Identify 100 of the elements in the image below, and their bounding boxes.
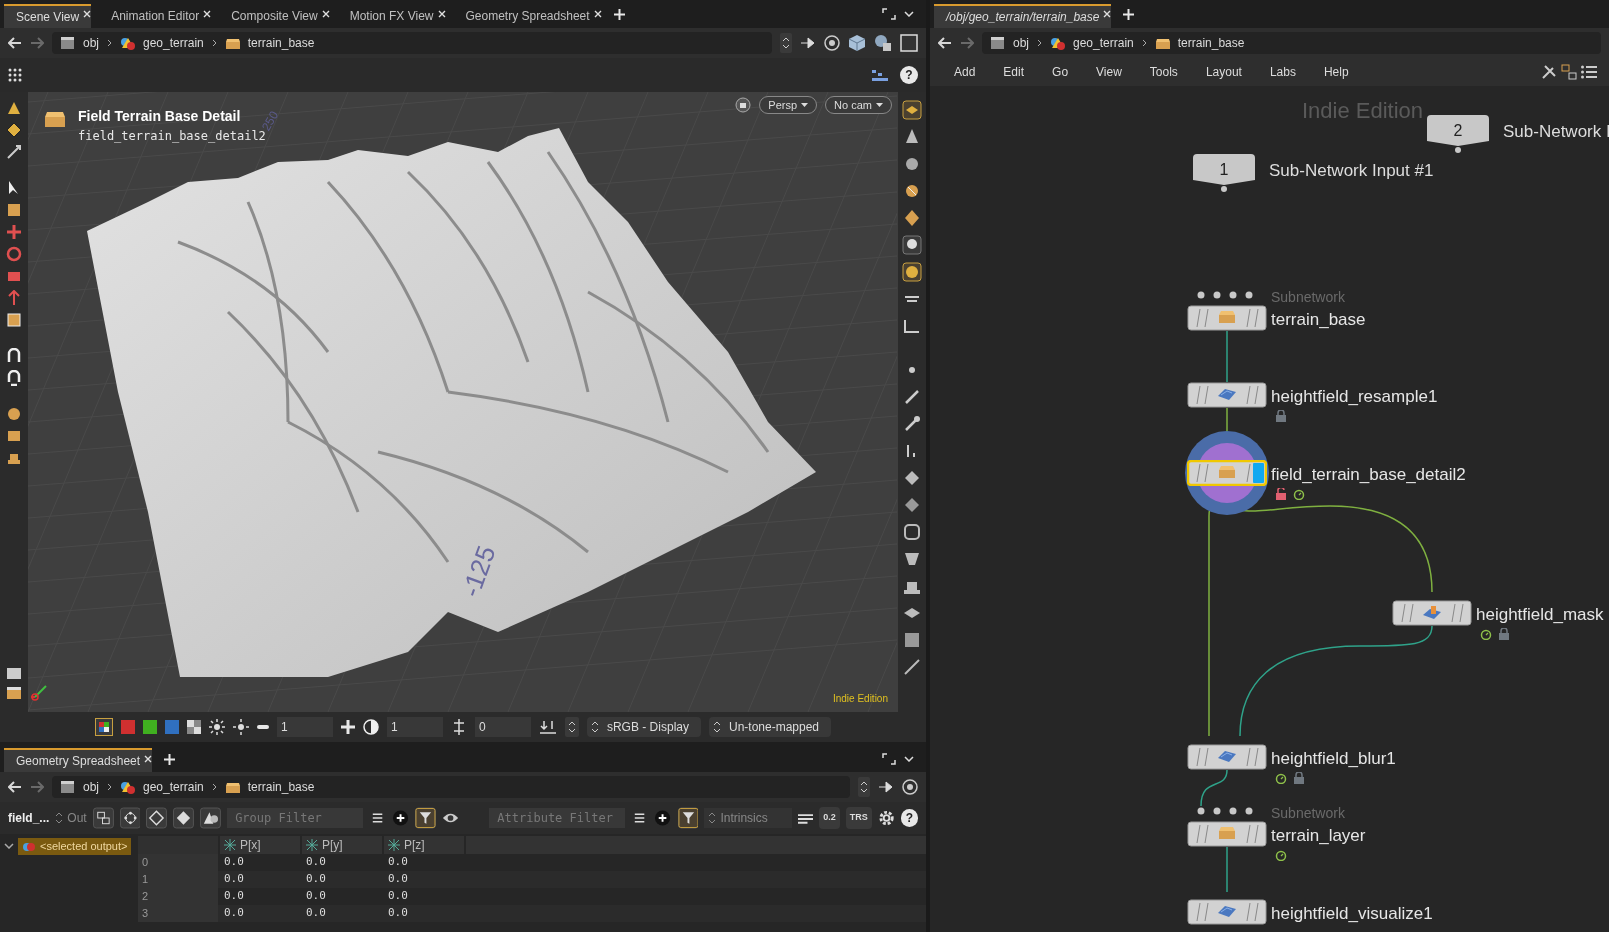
close-icon[interactable] [593, 10, 602, 18]
clapper-tool-icon[interactable] [6, 686, 22, 700]
tab[interactable]: Composite View [219, 4, 330, 28]
minus-icon[interactable] [256, 725, 269, 729]
lut-icon[interactable] [538, 719, 557, 735]
node[interactable] [1187, 821, 1267, 847]
tab[interactable]: Scene View [4, 4, 92, 28]
help-button[interactable]: ? [900, 809, 919, 827]
list-view-icon[interactable] [1581, 65, 1597, 79]
exposure-icon[interactable] [208, 719, 225, 735]
path-segment[interactable]: geo_terrain [143, 778, 204, 796]
forward-icon[interactable] [30, 781, 44, 793]
detail-icon[interactable] [200, 807, 222, 829]
back-icon[interactable] [8, 781, 22, 793]
tree-item[interactable]: <selected output> [18, 838, 132, 855]
number-field[interactable]: 1 [276, 717, 333, 737]
menu-item[interactable]: Labs [1257, 63, 1308, 81]
close-icon[interactable] [321, 10, 330, 18]
contrast-icon[interactable] [362, 719, 379, 735]
vertices-icon[interactable] [146, 807, 168, 829]
settings-icon[interactable] [877, 809, 895, 827]
close-icon[interactable] [144, 755, 153, 763]
path-field[interactable]: obj geo_terrain terrain_base [52, 776, 850, 798]
tab[interactable]: Animation Editor [99, 4, 212, 28]
pin-icon[interactable] [800, 36, 816, 50]
path-segment[interactable]: obj [83, 778, 99, 796]
dropdown-icon[interactable] [904, 11, 914, 17]
camera-menu[interactable]: No cam [825, 96, 892, 114]
column-header[interactable]: P[x] [220, 836, 300, 854]
node[interactable] [1187, 382, 1267, 408]
path-segment[interactable]: obj [83, 34, 99, 52]
close-icon[interactable] [203, 10, 212, 18]
attribute-filter-field[interactable]: Attribute Filter [489, 808, 626, 828]
path-segment[interactable]: geo_terrain [143, 34, 204, 52]
trs-button[interactable]: TRS [845, 807, 872, 829]
tab[interactable]: Motion FX View [337, 4, 446, 28]
pin-icon[interactable] [878, 780, 894, 794]
maximize-icon[interactable] [882, 8, 896, 20]
shading-icon[interactable] [874, 34, 892, 52]
rgb-channel-icon[interactable] [94, 718, 113, 736]
number-field[interactable]: 0 [474, 717, 531, 737]
dropdown[interactable]: sRGB - Display [586, 717, 701, 737]
dropdown[interactable]: Un-tone-mapped [708, 717, 832, 737]
node[interactable] [1187, 305, 1267, 331]
snap-icon[interactable] [6, 370, 22, 386]
brightness-icon[interactable] [232, 719, 249, 735]
tab[interactable]: Geometry Spreadsheet [4, 748, 153, 772]
filter-icon[interactable] [415, 807, 437, 829]
path-segment[interactable]: geo_terrain [1073, 34, 1134, 52]
viewport[interactable]: Field Terrain Base Detail field_terrain_base_detail2 Persp No cam 250 -125 Indie Edition [28, 92, 898, 712]
tools-icon[interactable] [1541, 64, 1557, 80]
wand-icon[interactable] [6, 144, 22, 160]
add-circle-icon[interactable] [392, 809, 410, 827]
stepper-icon[interactable] [564, 717, 579, 737]
stepper-icon[interactable] [780, 33, 792, 53]
close-icon[interactable] [1103, 10, 1112, 18]
menu-item[interactable]: Edit [991, 63, 1037, 81]
paint-icon[interactable] [6, 428, 22, 444]
input-node[interactable]: 2 [1427, 115, 1489, 146]
primitives-icon[interactable] [173, 807, 195, 829]
add-circle-icon[interactable] [654, 809, 672, 827]
output-selector[interactable]: Out [55, 809, 87, 827]
forward-icon[interactable] [30, 37, 44, 49]
magnet-icon[interactable] [6, 348, 22, 364]
input-node[interactable]: 1 [1193, 154, 1255, 185]
menu-item[interactable]: Help [1311, 63, 1361, 81]
pose-icon[interactable] [6, 290, 22, 306]
diamond-icon[interactable] [6, 122, 22, 138]
rounded-square-icon[interactable] [902, 522, 922, 542]
path-segment[interactable]: terrain_base [1177, 34, 1245, 52]
tab[interactable]: /obj/geo_terrain/terrain_base [934, 4, 1112, 28]
channel-toggle-icon[interactable] [120, 720, 135, 734]
camera-lock-icon[interactable] [735, 97, 752, 113]
target-icon[interactable] [902, 779, 918, 795]
add-tab-icon[interactable] [1123, 8, 1135, 20]
node[interactable] [1187, 460, 1267, 486]
points-icon[interactable] [119, 807, 141, 829]
image-icon[interactable] [902, 630, 922, 650]
plus-icon[interactable] [340, 720, 355, 734]
bulb-icon[interactable] [902, 235, 922, 255]
alpha-channel-icon[interactable] [186, 720, 201, 734]
handle-icon[interactable] [6, 312, 22, 328]
back-icon[interactable] [938, 37, 952, 49]
target-icon[interactable] [824, 35, 840, 51]
intrinsics-dropdown[interactable]: Intrinsics [704, 808, 793, 828]
line-icon[interactable] [902, 657, 922, 677]
cone-icon[interactable] [6, 100, 22, 116]
network-canvas[interactable] [930, 86, 1609, 932]
path-segment[interactable]: terrain_base [247, 34, 315, 52]
group-filter-field[interactable]: Group Filter [227, 808, 364, 828]
rotate-icon[interactable] [6, 246, 22, 262]
tab[interactable]: Geometry Spreadsheet [453, 4, 602, 28]
path-field[interactable]: obj geo_terrain terrain_base [52, 32, 772, 54]
path-field[interactable]: obj geo_terrain terrain_base [982, 32, 1601, 54]
add-tab-icon[interactable] [613, 8, 625, 20]
menu-item[interactable]: Tools [1137, 63, 1190, 81]
forward-icon[interactable] [960, 37, 974, 49]
menu-item[interactable]: Layout [1193, 63, 1254, 81]
node[interactable] [1392, 600, 1472, 626]
filter-icon[interactable] [677, 807, 699, 829]
